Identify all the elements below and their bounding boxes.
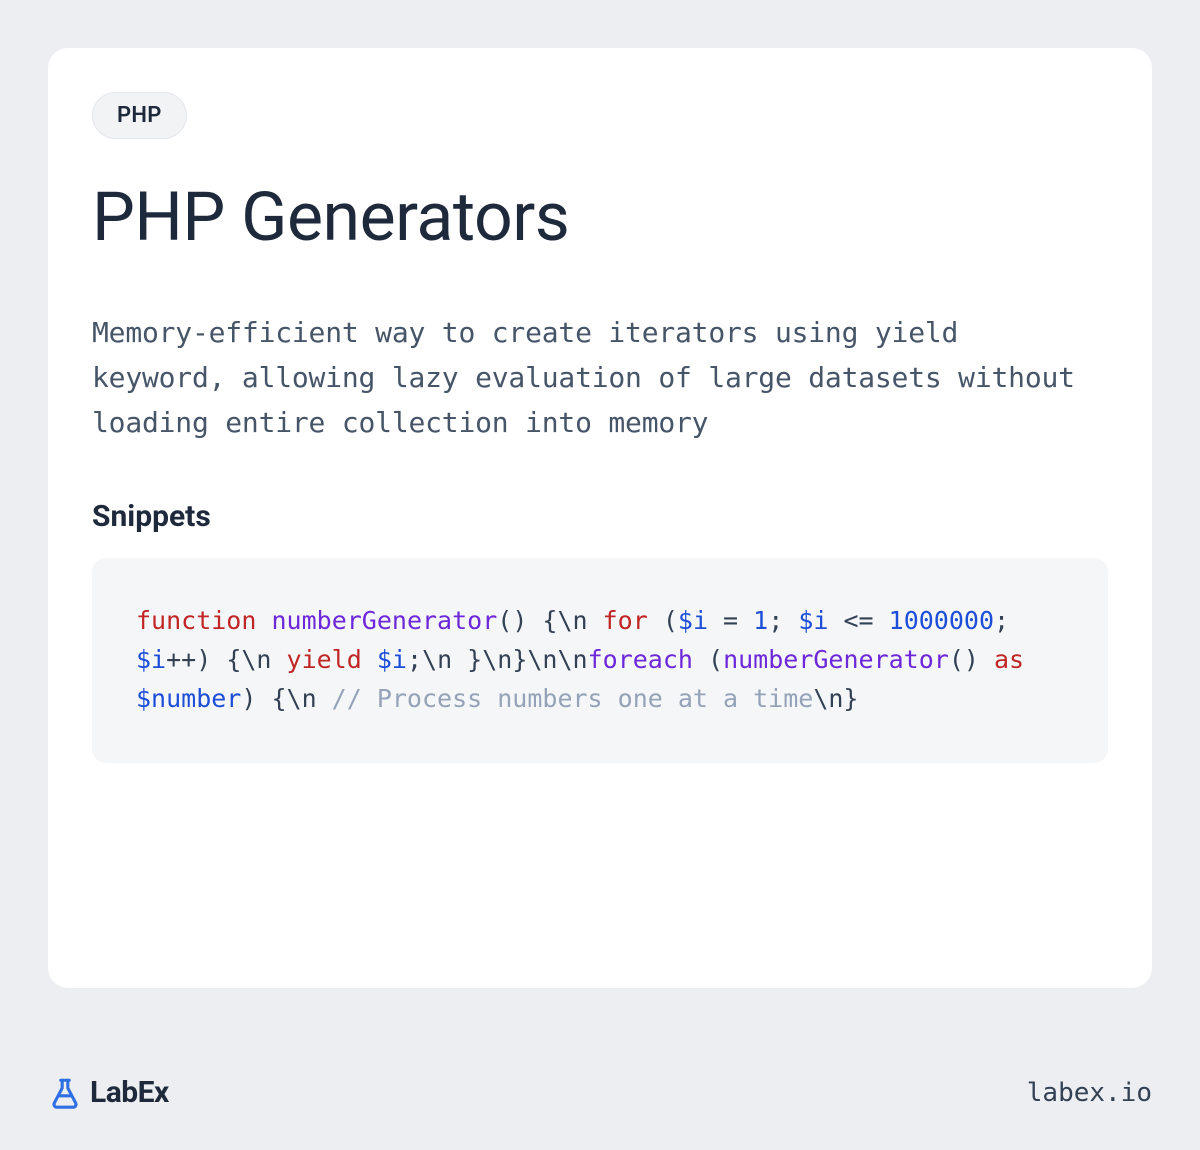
code-token: $i bbox=[377, 645, 407, 674]
code-token: foreach bbox=[588, 645, 693, 674]
code-token: ; bbox=[994, 606, 1009, 635]
code-token: ( bbox=[693, 645, 723, 674]
code-token: $i bbox=[678, 606, 708, 635]
code-token: $i bbox=[798, 606, 828, 635]
code-token: ) {\n bbox=[241, 684, 331, 713]
code-token: 1000000 bbox=[889, 606, 994, 635]
code-token: numberGenerator bbox=[723, 645, 949, 674]
site-url: labex.io bbox=[1027, 1078, 1152, 1108]
code-token: as bbox=[994, 645, 1024, 674]
code-token: () bbox=[949, 645, 994, 674]
code-token: = bbox=[708, 606, 753, 635]
code-token: function bbox=[136, 606, 256, 635]
code-token: yield bbox=[287, 645, 362, 674]
content-card: PHP PHP Generators Memory-efficient way … bbox=[48, 48, 1152, 988]
code-token: ( bbox=[648, 606, 678, 635]
brand-logo: LabEx bbox=[48, 1075, 169, 1110]
code-token: () {\n bbox=[497, 606, 602, 635]
page-footer: LabEx labex.io bbox=[48, 1075, 1152, 1110]
brand-name: LabEx bbox=[90, 1075, 169, 1110]
description-text: Memory-efficient way to create iterators… bbox=[92, 311, 1108, 445]
code-token: $i bbox=[136, 645, 166, 674]
code-token: $number bbox=[136, 684, 241, 713]
code-token: ; bbox=[768, 606, 798, 635]
code-snippet: function numberGenerator() {\n for ($i =… bbox=[92, 558, 1108, 762]
code-token: numberGenerator bbox=[271, 606, 497, 635]
code-token: <= bbox=[828, 606, 888, 635]
language-badge: PHP bbox=[92, 92, 187, 139]
flask-icon bbox=[48, 1076, 82, 1110]
code-token: // Process numbers one at a time bbox=[332, 684, 814, 713]
code-token: for bbox=[603, 606, 648, 635]
page-title: PHP Generators bbox=[92, 177, 1108, 257]
code-token bbox=[362, 645, 377, 674]
code-token: ++) {\n bbox=[166, 645, 286, 674]
code-token bbox=[256, 606, 271, 635]
code-token: ;\n }\n}\n\n bbox=[407, 645, 588, 674]
code-token: 1 bbox=[753, 606, 768, 635]
code-token: \n} bbox=[813, 684, 858, 713]
snippets-heading: Snippets bbox=[92, 499, 1108, 534]
